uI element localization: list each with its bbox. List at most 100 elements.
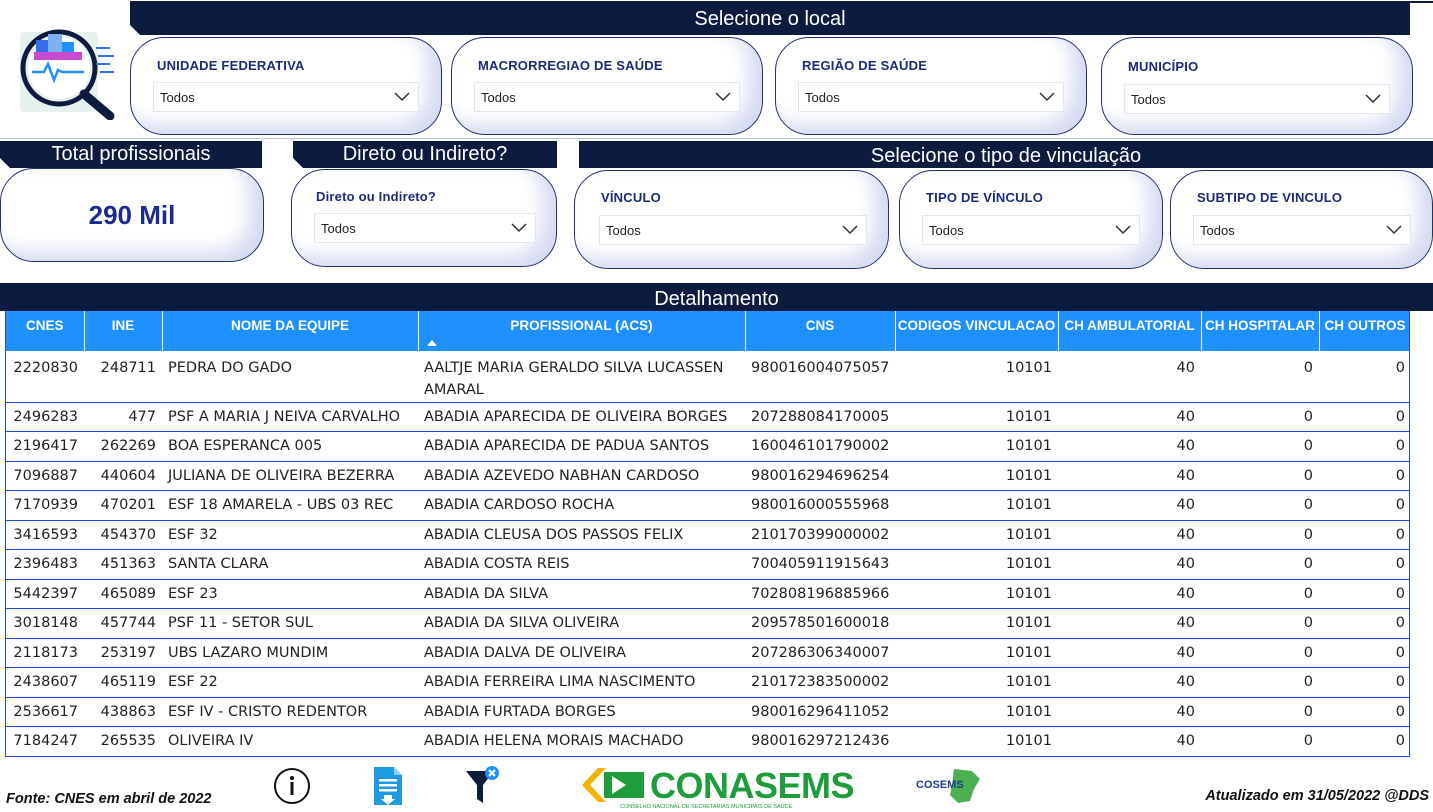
clear-filters-button[interactable] (464, 765, 504, 807)
cell-ch-outros: 0 (1319, 667, 1409, 698)
table-row[interactable]: 2496283 477 PSF A MARIA J NEIVA CARVALHO AB… (6, 402, 1409, 432)
info-button[interactable] (273, 767, 311, 805)
cell-ch-hospitalar: 0 (1201, 726, 1319, 757)
municipio-dropdown[interactable]: Todos (1124, 84, 1390, 114)
table-scrollbar[interactable] (1412, 352, 1420, 752)
cell-ch-outros: 0 (1319, 549, 1409, 580)
cell-codigos-vinculacao: 10101 (895, 608, 1058, 639)
vinculacao-banner-title: Selecione o tipo de vinculação (870, 145, 1142, 167)
filter-title: REGIÃO DE SAÚDE (802, 58, 928, 73)
cell-ch-ambulatorial: 40 (1058, 697, 1201, 727)
direto-dropdown[interactable]: Todos (314, 213, 536, 243)
cell-ch-outros: 0 (1319, 461, 1409, 491)
column-header-ch-outros[interactable]: CH OUTROS (1319, 311, 1409, 351)
cell-ch-hospitalar: 0 (1201, 667, 1319, 698)
cell-ine: 265535 (84, 726, 162, 757)
detail-banner: Detalhamento (0, 283, 1433, 311)
cell-ine: 470201 (84, 490, 162, 521)
cell-profissional: ABADIA DA SILVA (418, 579, 745, 609)
table-header-row: CNES INE NOME DA EQUIPE PROFISSIONAL (AC… (6, 311, 1409, 351)
tipo-vinculo-dropdown[interactable]: Todos (922, 215, 1140, 245)
cell-nome-equipe: SANTA CLARA (162, 549, 418, 580)
info-icon (274, 768, 310, 804)
cell-ch-ambulatorial: 40 (1058, 431, 1201, 462)
table-row[interactable]: 2396483 451363 SANTA CLARA ABADIA COSTA REI… (6, 549, 1409, 580)
cell-ch-outros: 0 (1319, 431, 1409, 462)
cell-ch-ambulatorial: 40 (1058, 402, 1201, 432)
regiao-dropdown[interactable]: Todos (798, 82, 1064, 112)
table-row[interactable]: 7184247 265535 OLIVEIRA IV ABADIA HELENA MO… (6, 726, 1409, 757)
table-row[interactable]: 2196417 262269 BOA ESPERANCA 005 ABADIA APA… (6, 431, 1409, 462)
table-row[interactable]: 5442397 465089 ESF 23 ABADIA DA SILVA 702808… (6, 579, 1409, 609)
cell-ch-outros: 0 (1319, 520, 1409, 550)
chevron-down-icon (1386, 225, 1402, 235)
table-row[interactable]: 2220830 248711 PEDRA DO GADO AALTJE MARIA G… (6, 351, 1409, 403)
cell-codigos-vinculacao: 10101 (895, 667, 1058, 698)
cell-cnes: 7170939 (6, 490, 84, 521)
cell-ch-hospitalar: 0 (1201, 461, 1319, 491)
cell-ine: 465089 (84, 579, 162, 609)
cell-profissional: ABADIA CLEUSA DOS PASSOS FELIX (418, 520, 745, 550)
dropdown-value: Todos (929, 222, 964, 238)
cell-nome-equipe: ESF 23 (162, 579, 418, 609)
cell-nome-equipe: ESF 32 (162, 520, 418, 550)
cell-cns: 980016294696254 (745, 461, 895, 491)
cell-ch-hospitalar: 0 (1201, 579, 1319, 609)
vinculacao-banner: Selecione o tipo de vinculação (579, 141, 1433, 168)
cell-ch-outros: 0 (1319, 726, 1409, 757)
export-button[interactable] (372, 765, 404, 807)
cell-codigos-vinculacao: 10101 (895, 520, 1058, 550)
direto-banner: Direto ou Indireto? (293, 141, 557, 168)
chevron-down-icon (1115, 225, 1131, 235)
filter-subtipo-vinculo: SUBTIPO DE VINCULO Todos (1170, 170, 1433, 269)
column-header-profissional[interactable]: PROFISSIONAL (ACS) (418, 311, 746, 351)
clear-filter-icon (466, 766, 499, 803)
column-header-ine[interactable]: INE (84, 311, 163, 351)
cell-profissional: ABADIA AZEVEDO NABHAN CARDOSO (418, 461, 745, 491)
macrorregiao-dropdown[interactable]: Todos (474, 82, 740, 112)
table-row[interactable]: 3416593 454370 ESF 32 ABADIA CLEUSA DOS PAS… (6, 520, 1409, 550)
cell-profissional: ABADIA COSTA REIS (418, 549, 745, 580)
column-header-cns[interactable]: CNS (745, 311, 896, 351)
table-row[interactable]: 2118173 253197 UBS LAZARO MUNDIM ABADIA DAL… (6, 638, 1409, 668)
column-header-ch-ambulatorial[interactable]: CH AMBULATORIAL (1058, 311, 1202, 351)
column-header-ch-hospitalar[interactable]: CH HOSPITALAR (1201, 311, 1320, 351)
cell-ch-ambulatorial: 40 (1058, 667, 1201, 698)
column-header-codigos-vinculacao[interactable]: CODIGOS VINCULACAO (895, 311, 1059, 351)
cell-ch-hospitalar: 0 (1201, 431, 1319, 462)
table-row[interactable]: 2536617 438863 ESF IV - CRISTO REDENTOR ABA… (6, 697, 1409, 727)
local-banner: Selecione o local (130, 3, 1410, 35)
cell-ch-ambulatorial: 40 (1058, 461, 1201, 491)
column-header-nome-equipe[interactable]: NOME DA EQUIPE (162, 311, 419, 351)
table-row[interactable]: 2438607 465119 ESF 22 ABADIA FERREIRA LIMA … (6, 667, 1409, 698)
detail-table: CNES INE NOME DA EQUIPE PROFISSIONAL (AC… (6, 311, 1409, 757)
cell-cns: 209578501600018 (745, 608, 895, 639)
cell-cnes: 2396483 (6, 549, 84, 580)
uf-dropdown[interactable]: Todos (153, 82, 419, 112)
column-header-cnes[interactable]: CNES (6, 311, 85, 351)
cell-profissional: ABADIA DALVA DE OLIVEIRA (418, 638, 745, 668)
cell-cns: 210170399000002 (745, 520, 895, 550)
cell-ch-outros: 0 (1319, 579, 1409, 609)
cell-cns: 210172383500002 (745, 667, 895, 698)
cell-ch-outros: 0 (1319, 638, 1409, 668)
cell-nome-equipe: PEDRA DO GADO (162, 351, 418, 403)
cell-cnes: 3416593 (6, 520, 84, 550)
filter-title: SUBTIPO DE VINCULO (1197, 190, 1343, 205)
chevron-down-icon (842, 225, 858, 235)
cell-cnes: 7184247 (6, 726, 84, 757)
cell-ch-outros: 0 (1319, 490, 1409, 521)
vinculo-dropdown[interactable]: Todos (599, 215, 867, 245)
cell-ch-ambulatorial: 40 (1058, 351, 1201, 403)
cell-nome-equipe: UBS LAZARO MUNDIM (162, 638, 418, 668)
table-row[interactable]: 3018148 457744 PSF 11 - SETOR SUL ABADIA DA… (6, 608, 1409, 639)
detail-table-container[interactable]: CNES INE NOME DA EQUIPE PROFISSIONAL (AC… (5, 311, 1410, 757)
cell-cns: 160046101790002 (745, 431, 895, 462)
subtipo-vinculo-dropdown[interactable]: Todos (1193, 215, 1411, 245)
filter-tipo-vinculo: TIPO DE VÍNCULO Todos (899, 170, 1163, 269)
table-row[interactable]: 7170939 470201 ESF 18 AMARELA - UBS 03 REC… (6, 490, 1409, 521)
direto-banner-title: Direto ou Indireto? (342, 143, 508, 165)
cell-ch-ambulatorial: 40 (1058, 608, 1201, 639)
table-row[interactable]: 7096887 440604 JULIANA DE OLIVEIRA BEZERRA… (6, 461, 1409, 491)
section-divider (0, 138, 1433, 139)
